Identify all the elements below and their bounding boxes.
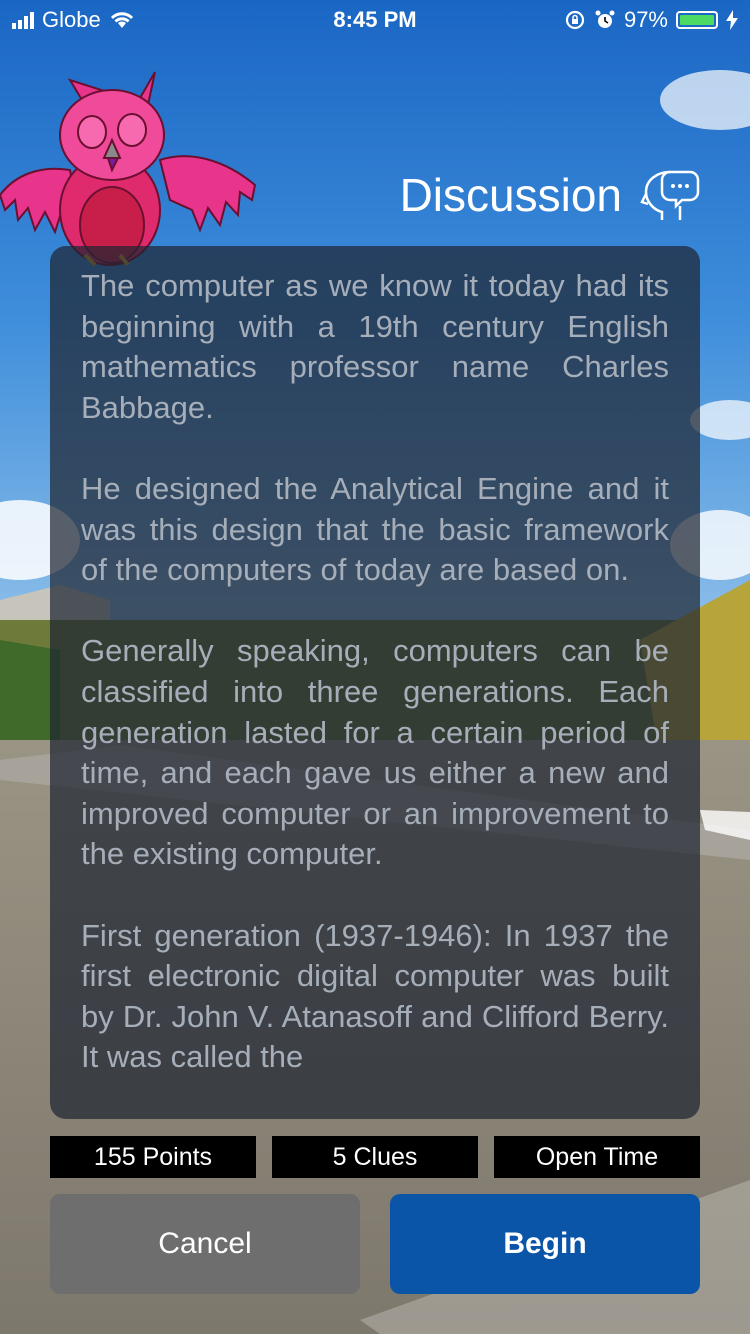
cancel-button[interactable]: Cancel [50, 1194, 360, 1294]
status-right: 97% [564, 7, 738, 33]
stats-row: 155 Points 5 Clues Open Time [50, 1136, 700, 1178]
discussion-paragraph: Generally speaking, computers can be cla… [81, 633, 669, 872]
clues-badge: 5 Clues [272, 1136, 478, 1178]
alarm-icon [595, 10, 615, 28]
discussion-paragraph: The computer as we know it today had its… [81, 268, 669, 425]
head-speech-bubble-icon [640, 166, 700, 226]
battery-icon [676, 11, 718, 29]
points-badge: 155 Points [50, 1136, 256, 1178]
status-bar: Globe 8:45 PM 97% [0, 0, 750, 40]
discussion-paragraph: He designed the Analytical Engine and it… [81, 470, 669, 588]
charging-bolt-icon [726, 10, 738, 30]
time-badge: Open Time [494, 1136, 700, 1178]
discussion-text: The computer as we know it today had its… [50, 246, 700, 1078]
discussion-paragraph: First generation (1937-1946): In 1937 th… [81, 917, 669, 1075]
page-title: Discussion [399, 169, 622, 221]
owl-mascot [0, 60, 270, 270]
battery-percent: 97% [623, 7, 668, 32]
begin-button[interactable]: Begin [390, 1194, 700, 1294]
discussion-panel[interactable]: The computer as we know it today had its… [50, 246, 700, 1119]
rotation-lock-icon [565, 10, 585, 30]
